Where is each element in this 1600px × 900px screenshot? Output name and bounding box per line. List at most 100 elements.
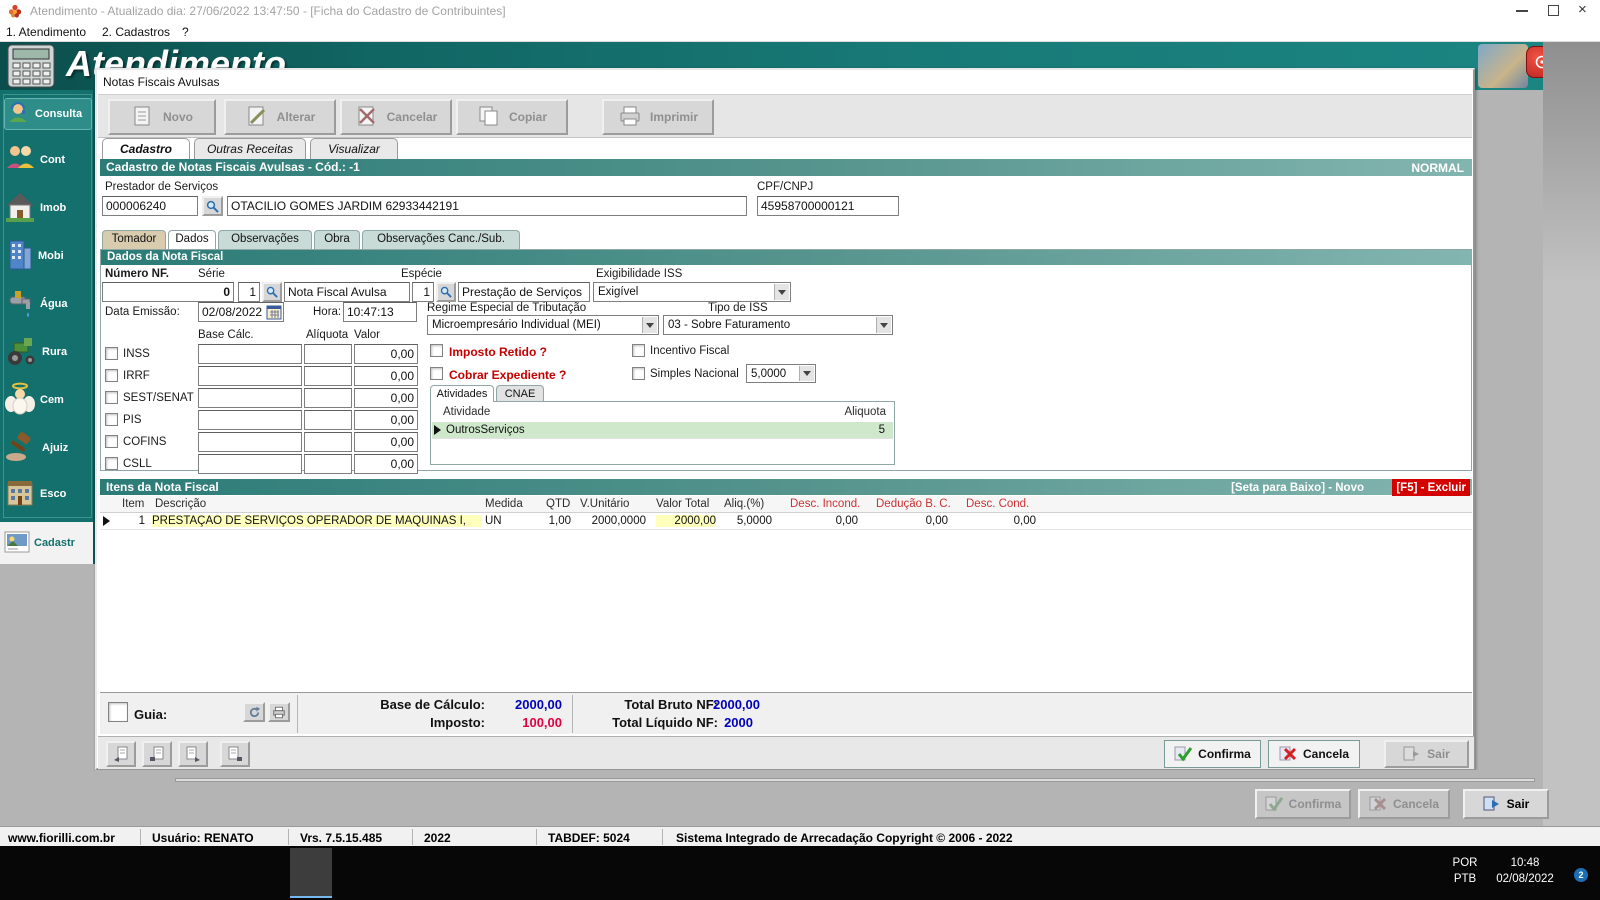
cancela-button[interactable]: Cancela — [1268, 740, 1360, 768]
nav-next-button[interactable] — [178, 741, 208, 767]
cpf-input[interactable] — [757, 196, 899, 216]
pis-valor-input[interactable] — [354, 410, 418, 430]
prestador-code-input[interactable] — [102, 196, 198, 216]
outer-confirma-button[interactable]: Confirma — [1255, 789, 1351, 819]
tab-label: Visualizar — [328, 142, 380, 156]
guia-print-button[interactable] — [268, 702, 290, 722]
menu-help[interactable]: ? — [182, 25, 189, 39]
sidebar-item-agua[interactable]: Água — [4, 282, 92, 326]
guia-refresh-button[interactable] — [243, 702, 265, 722]
tray-clock[interactable]: 10:48 02/08/2022 — [1490, 855, 1560, 887]
irrf-base-input[interactable] — [198, 366, 302, 386]
csll-checkbox[interactable] — [105, 457, 118, 470]
tab-obra[interactable]: Obra — [314, 230, 360, 249]
exigibilidade-select[interactable]: Exigível — [593, 282, 791, 302]
menu-cadastros[interactable]: 2. Cadastros — [102, 25, 170, 39]
sidebar-item-consulta[interactable]: Consulta — [4, 98, 92, 130]
serie-desc-input[interactable] — [284, 282, 410, 302]
tab-cadastro[interactable]: Cadastro — [102, 138, 190, 159]
especie-desc-input[interactable] — [458, 282, 590, 302]
nav-first-button[interactable] — [106, 741, 136, 767]
maximize-button[interactable] — [1548, 5, 1559, 16]
sidebar-item-rural[interactable]: Rura — [4, 330, 92, 374]
serie-search-button[interactable] — [262, 282, 282, 302]
outer-cancela-button[interactable]: Cancela — [1358, 789, 1450, 819]
cofins-aliquota-input[interactable] — [304, 432, 352, 452]
confirma-button[interactable]: Confirma — [1164, 740, 1261, 768]
copiar-button[interactable]: Copiar — [456, 99, 568, 135]
hora-input[interactable] — [343, 302, 417, 322]
pis-base-input[interactable] — [198, 410, 302, 430]
tab-tomador[interactable]: Tomador — [102, 230, 166, 249]
inss-base-input[interactable] — [198, 344, 302, 364]
outer-sair-button[interactable]: Sair — [1463, 789, 1549, 819]
inss-aliquota-input[interactable] — [304, 344, 352, 364]
sest-valor-input[interactable] — [354, 388, 418, 408]
numero-input[interactable] — [102, 282, 234, 302]
sidebar-item-cadastro[interactable]: Cadastr — [4, 528, 92, 558]
col-desc-incond: Desc. Incond. — [790, 498, 861, 510]
alterar-button[interactable]: Alterar — [224, 99, 336, 135]
cofins-valor-input[interactable] — [354, 432, 418, 452]
pis-aliquota-input[interactable] — [304, 410, 352, 430]
imposto-retido-label: Imposto Retido ? — [449, 345, 547, 359]
prestador-search-button[interactable] — [202, 196, 223, 216]
regime-select[interactable]: Microempresário Individual (MEI) — [427, 315, 659, 335]
cofins-base-input[interactable] — [198, 432, 302, 452]
inss-checkbox[interactable] — [105, 347, 118, 360]
simples-checkbox[interactable] — [632, 367, 645, 380]
tab-observacoes-canc[interactable]: Observações Canc./Sub. — [362, 230, 520, 249]
form-title-bar: Cadastro de Notas Fiscais Avulsas - Cód.… — [100, 159, 1472, 176]
itens-table-row[interactable]: 1 PRESTAÇAO DE SERVIÇOS OPERADOR DE MAQU… — [100, 513, 1472, 530]
sidebar-item-contribuinte[interactable]: Cont — [4, 138, 92, 182]
tab-atividades[interactable]: Atividades — [430, 385, 494, 402]
cobrar-expediente-checkbox[interactable] — [430, 367, 443, 380]
incentivo-checkbox[interactable] — [632, 344, 645, 357]
csll-base-input[interactable] — [198, 454, 302, 474]
sidebar-item-cemiterio[interactable]: Cem — [4, 378, 92, 422]
cofins-checkbox[interactable] — [105, 435, 118, 448]
cancelar-button[interactable]: Cancelar — [340, 99, 452, 135]
tipo-iss-select[interactable]: 03 - Sobre Faturamento — [663, 315, 893, 335]
simples-select[interactable]: 5,0000 — [746, 364, 816, 383]
sidebar-item-imobiliario[interactable]: Imob — [4, 186, 92, 230]
sest-checkbox[interactable] — [105, 391, 118, 404]
inss-valor-input[interactable] — [354, 344, 418, 364]
menu-atendimento[interactable]: 1. Atendimento — [6, 25, 86, 39]
sidebar-item-mobiliario[interactable]: Mobi — [4, 234, 92, 278]
minimize-button[interactable] — [1516, 10, 1528, 12]
imprimir-button[interactable]: Imprimir — [602, 99, 714, 135]
prestador-name-input[interactable] — [227, 196, 747, 216]
serie-num-input[interactable] — [238, 282, 260, 302]
record-last-icon — [228, 746, 242, 761]
sest-aliquota-input[interactable] — [304, 388, 352, 408]
pis-checkbox[interactable] — [105, 413, 118, 426]
tab-cnae[interactable]: CNAE — [496, 385, 544, 402]
sidebar-item-ajuizamento[interactable]: Ajuiz — [4, 426, 92, 470]
imposto-retido-checkbox[interactable] — [430, 344, 443, 357]
tab-observacoes[interactable]: Observações — [218, 230, 312, 249]
nav-prev-button[interactable] — [142, 741, 172, 767]
calendar-icon[interactable] — [266, 304, 282, 323]
nav-last-button[interactable] — [220, 741, 250, 767]
irrf-valor-input[interactable] — [354, 366, 418, 386]
atividade-row[interactable]: OutrosServiços 5 — [432, 422, 893, 439]
irrf-aliquota-input[interactable] — [304, 366, 352, 386]
especie-search-button[interactable] — [436, 282, 456, 302]
csll-aliquota-input[interactable] — [304, 454, 352, 474]
sair-button[interactable]: Sair — [1384, 740, 1469, 768]
tab-label: Observações Canc./Sub. — [377, 233, 505, 245]
guia-checkbox[interactable] — [108, 702, 128, 722]
tab-outras-receitas[interactable]: Outras Receitas — [194, 138, 306, 159]
tray-language[interactable]: POR PTB — [1448, 855, 1482, 887]
sest-base-input[interactable] — [198, 388, 302, 408]
tab-dados[interactable]: Dados — [168, 230, 216, 249]
close-button[interactable]: × — [1578, 1, 1587, 18]
csll-valor-input[interactable] — [354, 454, 418, 474]
sidebar-item-escola[interactable]: Esco — [4, 474, 92, 514]
novo-button[interactable]: Novo — [108, 99, 216, 135]
tab-visualizar[interactable]: Visualizar — [310, 138, 398, 159]
cell-aliq: 5,0000 — [736, 515, 772, 527]
especie-num-input[interactable] — [412, 282, 434, 302]
irrf-checkbox[interactable] — [105, 369, 118, 382]
